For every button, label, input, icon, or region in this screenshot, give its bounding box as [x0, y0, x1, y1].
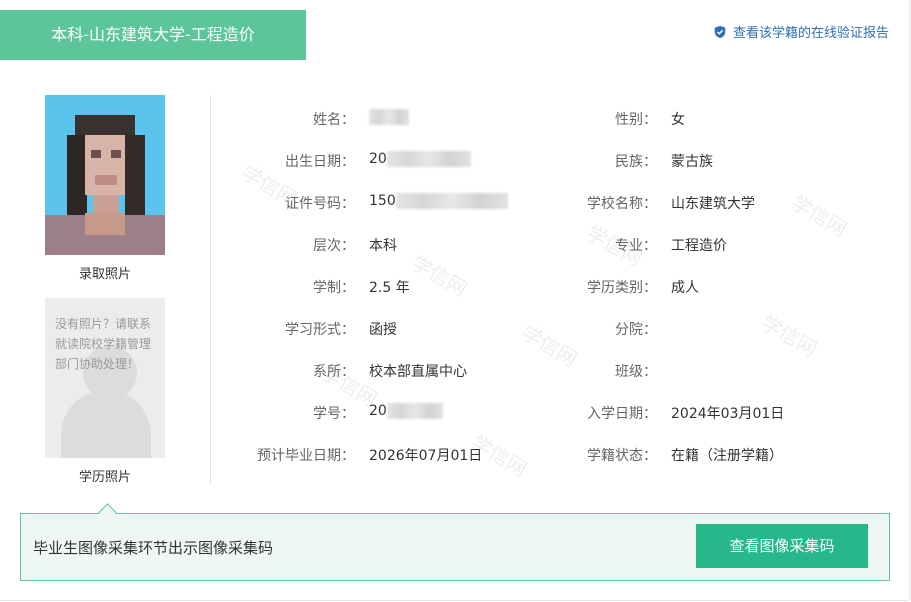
field-value-id-number: 150 — [369, 193, 508, 209]
view-image-code-button[interactable]: 查看图像采集码 — [696, 524, 868, 568]
column-divider — [210, 95, 211, 485]
image-code-notice: 毕业生图像采集环节出示图像采集码 — [33, 539, 274, 557]
verify-report-link[interactable]: 查看该学籍的在线验证报告 — [713, 22, 889, 41]
field-label: 学历类别： — [587, 280, 657, 296]
image-code-panel: 毕业生图像采集环节出示图像采集码 查看图像采集码 — [20, 513, 890, 581]
field-value-major: 工程造价 — [671, 238, 727, 254]
field-value-name — [369, 109, 409, 125]
field-value-education-type: 成人 — [671, 280, 699, 296]
admission-photo-caption: 录取照片 — [78, 267, 131, 282]
field-label: 姓名： — [313, 112, 355, 128]
field-value-birthdate: 20 — [369, 151, 471, 167]
field-label: 学号： — [313, 406, 355, 422]
no-photo-message: 没有照片？请联系就读院校学籍管理部门协助处理！ — [55, 317, 152, 371]
field-label: 系所： — [313, 364, 355, 380]
field-value-gender: 女 — [671, 112, 685, 128]
degree-photo-placeholder: 没有照片？请联系就读院校学籍管理部门协助处理！ — [45, 298, 165, 458]
field-value-enrollment-date: 2024年03月01日 — [671, 406, 785, 422]
field-label: 出生日期： — [285, 154, 355, 170]
field-value-study-mode: 函授 — [369, 322, 397, 338]
field-value-department: 校本部直属中心 — [369, 364, 467, 380]
field-label: 学籍状态： — [587, 448, 657, 464]
degree-photo-caption: 学历照片 — [78, 470, 131, 485]
field-label: 学习形式： — [285, 322, 355, 338]
shield-check-icon — [714, 25, 726, 38]
field-label: 专业： — [615, 238, 657, 254]
photo-column: 录取照片 没有照片？请联系就读院校学籍管理部门协助处理！ 学历照片 — [45, 95, 165, 485]
field-label: 民族： — [615, 154, 657, 170]
field-label: 班级： — [615, 364, 657, 380]
field-value-duration: 2.5 年 — [369, 280, 410, 296]
record-title-tab: 本科-山东建筑大学-工程造价 — [0, 10, 306, 60]
field-label: 性别： — [615, 112, 657, 128]
verify-report-label: 查看该学籍的在线验证报告 — [732, 26, 889, 41]
field-label: 学制： — [313, 280, 355, 296]
field-value-expected-graduation: 2026年07月01日 — [369, 448, 483, 464]
field-value-status: 在籍（注册学籍） — [671, 448, 783, 464]
field-value-student-number: 20 — [369, 403, 443, 419]
field-value-level: 本科 — [369, 238, 397, 254]
field-label: 入学日期： — [587, 406, 657, 422]
field-label: 预计毕业日期： — [257, 448, 355, 464]
field-value-ethnicity: 蒙古族 — [671, 154, 713, 170]
admission-photo — [45, 95, 165, 255]
field-label: 分院： — [615, 322, 657, 338]
field-label: 学校名称： — [587, 196, 657, 212]
field-label: 证件号码： — [285, 196, 355, 212]
field-value-school: 山东建筑大学 — [671, 196, 755, 212]
field-label: 层次： — [313, 238, 355, 254]
avatar-shoulders-shape — [61, 390, 151, 458]
